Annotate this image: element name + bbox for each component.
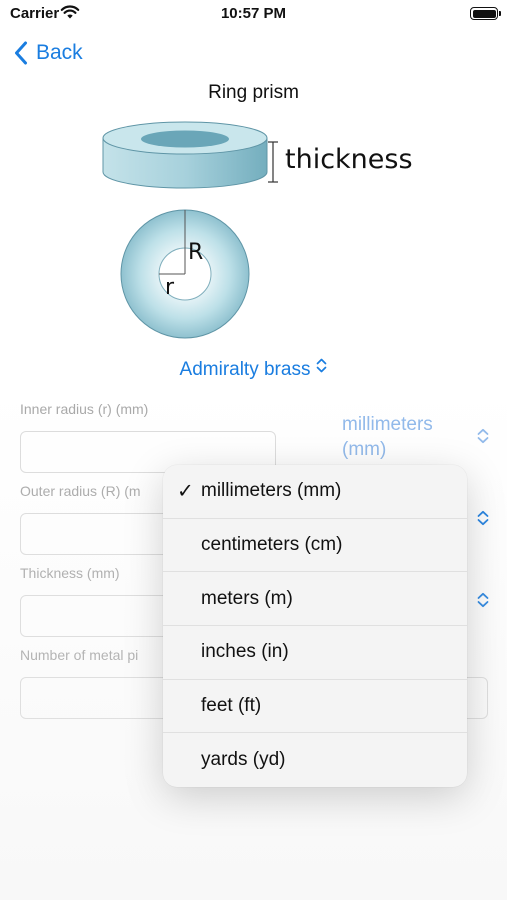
outer-radius-unit-chevron-icon[interactable] <box>476 510 490 531</box>
ring-prism-illustration: R r <box>102 121 278 339</box>
thickness-unit-chevron-icon[interactable] <box>476 592 490 613</box>
prism-3d <box>102 121 268 189</box>
thickness-bracket <box>268 141 278 183</box>
status-bar: Carrier 10:57 PM <box>0 0 507 28</box>
inner-radius-field-label: Inner radius (r) (mm) <box>20 401 149 417</box>
material-label: Admiralty brass <box>179 359 311 380</box>
checkmark-icon: ✓ <box>177 480 194 503</box>
menu-item-yards[interactable]: yards (yd) <box>163 733 467 787</box>
unit-dropdown-menu: ✓ millimeters (mm) centimeters (cm) mete… <box>163 465 467 787</box>
menu-item-feet[interactable]: feet (ft) <box>163 680 467 734</box>
menu-item-label: feet (ft) <box>201 695 262 717</box>
outer-radius-field-label: Outer radius (R) (m <box>20 483 141 499</box>
outer-radius-label: R <box>188 240 203 265</box>
back-label: Back <box>36 41 83 64</box>
page-title: Ring prism <box>208 82 299 103</box>
chevron-up-down-icon <box>316 358 327 376</box>
inner-radius-unit-label[interactable]: millimeters (mm) <box>342 412 472 462</box>
thickness-label: thickness <box>285 144 413 175</box>
ring-front-view <box>120 209 250 339</box>
menu-item-label: inches (in) <box>201 641 289 663</box>
menu-item-inches[interactable]: inches (in) <box>163 626 467 680</box>
thickness-field-label: Thickness (mm) <box>20 565 120 581</box>
menu-item-label: yards (yd) <box>201 749 286 771</box>
pieces-field-label: Number of metal pi <box>20 647 139 663</box>
menu-item-centimeters[interactable]: centimeters (cm) <box>163 519 467 573</box>
menu-item-meters[interactable]: meters (m) <box>163 572 467 627</box>
menu-item-millimeters[interactable]: ✓ millimeters (mm) <box>163 465 467 519</box>
battery-icon <box>470 7 501 20</box>
inner-radius-unit-chevron-icon[interactable] <box>476 428 490 449</box>
material-selector[interactable]: Admiralty brass <box>0 358 507 381</box>
menu-item-label: meters (m) <box>201 587 293 609</box>
back-button[interactable]: Back <box>14 38 83 68</box>
menu-item-label: millimeters (mm) <box>201 480 342 502</box>
chevron-left-icon <box>15 41 27 65</box>
inner-radius-label: r <box>165 275 175 300</box>
clock: 10:57 PM <box>220 5 287 22</box>
menu-item-label: centimeters (cm) <box>201 534 343 556</box>
